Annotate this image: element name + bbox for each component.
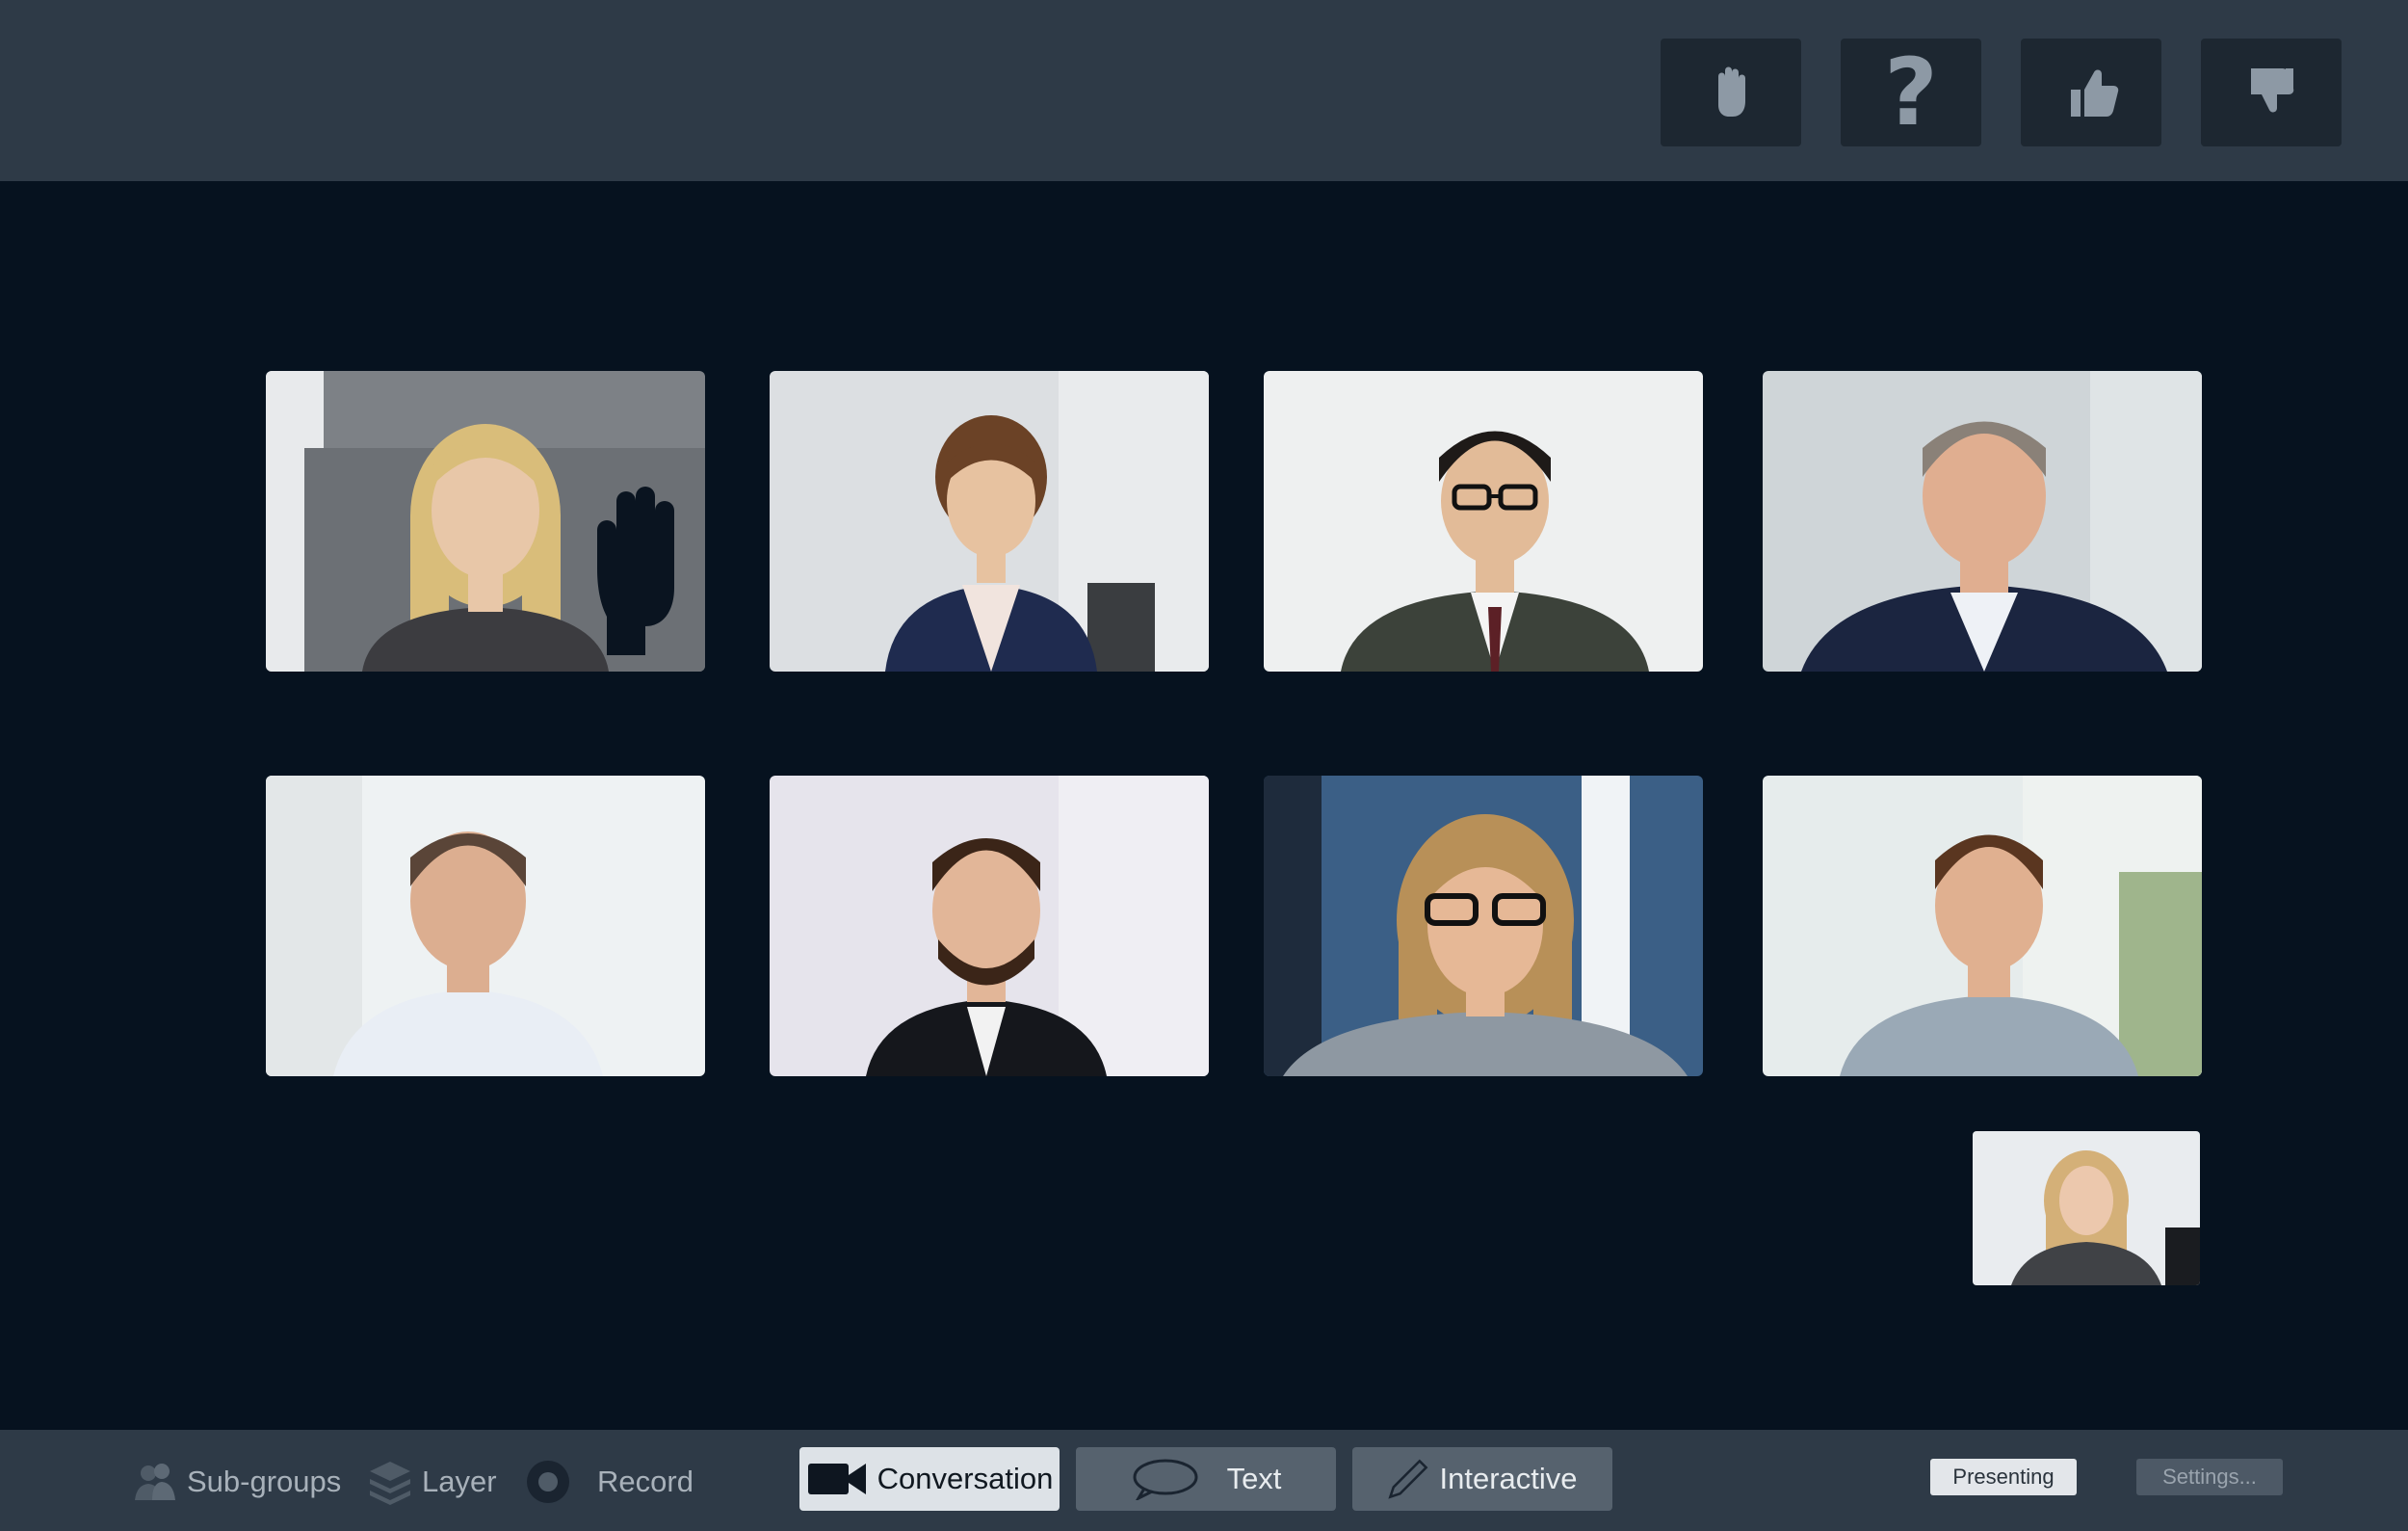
record-button[interactable]: Record — [524, 1455, 694, 1509]
thumbs-down-icon — [2251, 68, 2294, 113]
record-icon — [527, 1461, 569, 1503]
participant-tile[interactable] — [770, 371, 1209, 672]
question-mark-icon: ? — [1884, 39, 1938, 146]
question-button[interactable]: ? — [1841, 39, 1981, 146]
settings-button[interactable]: Settings... — [2136, 1459, 2283, 1495]
participant-tile[interactable] — [1763, 776, 2202, 1076]
hand-icon — [1718, 66, 1745, 117]
participant-tile[interactable] — [1264, 371, 1703, 672]
participant-tile[interactable] — [1264, 776, 1703, 1076]
conversation-mode-button[interactable]: Conversation — [799, 1447, 1060, 1511]
interactive-mode-button[interactable]: Interactive — [1352, 1447, 1612, 1511]
interactive-label: Interactive — [1439, 1462, 1578, 1495]
participant-video — [1763, 371, 2202, 672]
self-view-video[interactable] — [1973, 1131, 2200, 1285]
thumbs-up-icon — [2071, 69, 2119, 117]
people-icon — [135, 1464, 175, 1500]
participant-video — [1264, 371, 1703, 672]
raised-hand-indicator-icon — [597, 487, 674, 655]
text-label: Text — [1226, 1462, 1282, 1495]
participant-video — [1264, 776, 1703, 1076]
speech-bubble-icon — [1133, 1459, 1198, 1500]
thumbs-down-button[interactable] — [2201, 39, 2342, 146]
participant-video — [266, 776, 705, 1076]
record-label: Record — [597, 1465, 694, 1498]
participant-video — [770, 776, 1209, 1076]
thumbs-up-button[interactable] — [2021, 39, 2161, 146]
sub-groups-button[interactable]: Sub-groups — [131, 1455, 341, 1509]
bottom-toolbar: Sub-groups Layer Record Conversation Tex… — [0, 1430, 2408, 1531]
participant-tile[interactable] — [770, 776, 1209, 1076]
top-bar: ? — [0, 0, 2408, 181]
raise-hand-button[interactable] — [1661, 39, 1801, 146]
sub-groups-label: Sub-groups — [187, 1465, 342, 1498]
layers-icon — [370, 1462, 410, 1505]
participant-video — [1763, 776, 2202, 1076]
layer-label: Layer — [422, 1465, 497, 1498]
conversation-label: Conversation — [877, 1462, 1054, 1495]
participant-tile[interactable] — [266, 776, 705, 1076]
layer-button[interactable]: Layer — [366, 1455, 497, 1509]
self-view-image — [1973, 1131, 2200, 1285]
presenting-button[interactable]: Presenting — [1930, 1459, 2077, 1495]
participant-video — [770, 371, 1209, 672]
participant-tile[interactable] — [1763, 371, 2202, 672]
pencil-icon — [1388, 1459, 1428, 1499]
text-mode-button[interactable]: Text — [1076, 1447, 1336, 1511]
video-camera-icon — [807, 1464, 866, 1494]
